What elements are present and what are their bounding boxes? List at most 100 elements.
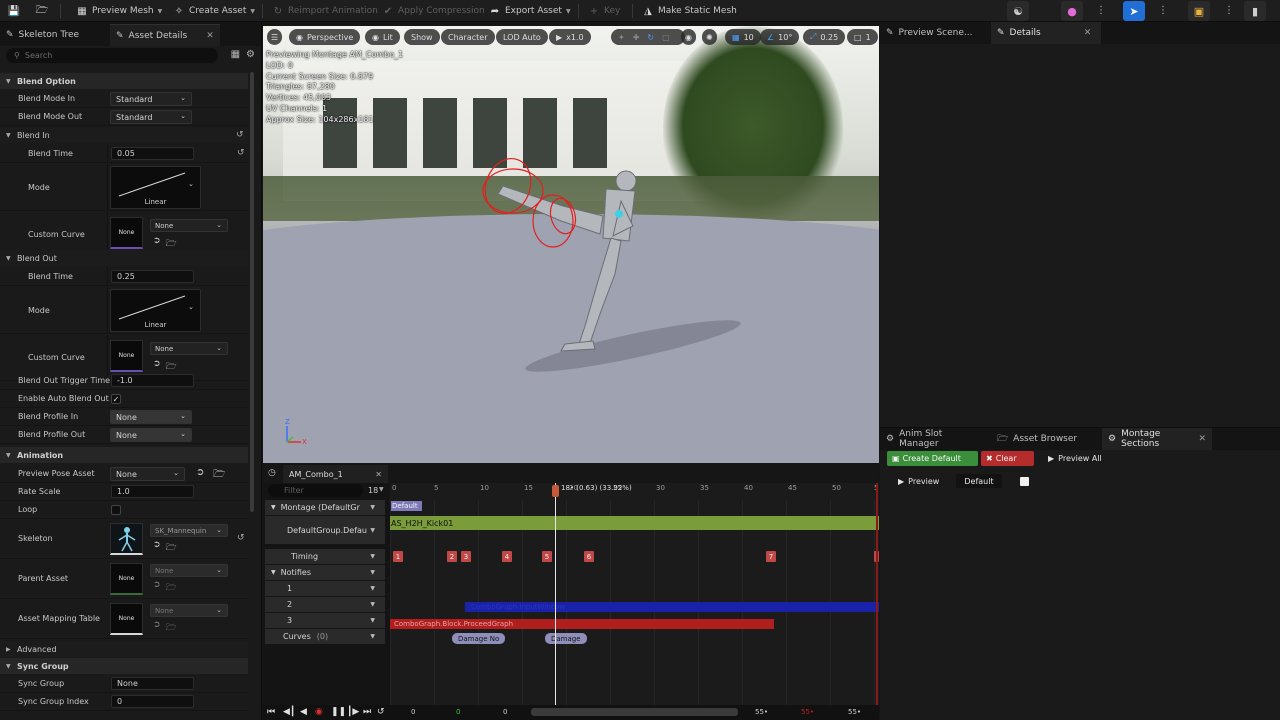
parent-asset-thumbnail[interactable]: None <box>110 563 143 595</box>
timing-marker[interactable]: 4 <box>502 551 512 562</box>
timeline-scrollbar[interactable] <box>531 708 738 716</box>
track-notify-1[interactable]: 1 ▼ <box>265 581 385 596</box>
key-button[interactable]: + Key <box>588 3 621 19</box>
play-end[interactable]: 55• <box>801 708 814 716</box>
track-notify-3[interactable]: 3 ▼ <box>265 613 385 628</box>
scrollbar[interactable] <box>250 72 254 512</box>
blend-mode-out-combo[interactable]: Standard ⌄ <box>110 110 192 124</box>
reset-icon[interactable]: ↺ <box>237 148 245 158</box>
blend-in-time-field[interactable]: 0.05 <box>111 147 194 160</box>
playhead[interactable] <box>555 483 556 720</box>
play-reverse-icon[interactable]: ◀ <box>300 707 307 717</box>
tab-am-combo[interactable]: AM_Combo_1 ✕ <box>283 465 388 483</box>
track-notifies[interactable]: ▼ Notifies ▼ <box>265 565 385 580</box>
blend-in-mode-picker[interactable]: ⌄ Linear <box>110 166 201 209</box>
track-montage[interactable]: ▼ Montage (DefaultGr ▼ <box>265 500 385 515</box>
angle-snap-button[interactable]: ∠ 10° <box>760 29 800 45</box>
lit-button[interactable]: ◉ Lit <box>365 29 400 45</box>
rotate-icon[interactable]: ↻ <box>647 33 654 42</box>
notify-state-block-proceed[interactable]: ComboGraph.Block.ProceedGraph <box>390 619 774 629</box>
reimport-animation-button[interactable]: ↻ Reimport Animation <box>272 3 378 19</box>
create-default-button[interactable]: ▣ Create Default <box>887 451 978 466</box>
use-selected-icon[interactable]: ➲ <box>153 580 161 596</box>
step-back-icon[interactable]: ◀┃ <box>283 707 295 717</box>
mesh-mode-button[interactable]: ● <box>1061 1 1083 21</box>
category-advanced[interactable]: ▶ Advanced <box>0 641 248 657</box>
clear-button[interactable]: ✖ Clear <box>981 451 1034 466</box>
preview-button[interactable]: ▶ Preview <box>898 474 939 489</box>
use-selected-icon[interactable]: ➲ <box>196 467 204 478</box>
browse-folder-icon[interactable]: 🗁 <box>166 580 177 596</box>
auto-blend-out-checkbox[interactable]: ✓ <box>111 394 121 404</box>
view-end[interactable]: 55• <box>755 708 768 716</box>
create-asset-button[interactable]: ✧ Create Asset ▼ <box>173 3 255 19</box>
preview-mesh-button[interactable]: ▦ Preview Mesh ▼ <box>76 3 162 19</box>
range-end[interactable]: 55• <box>848 708 861 716</box>
category-blend-in[interactable]: ▼ Blend In ↺ <box>0 127 248 143</box>
trigger-time-field[interactable]: -1.0 <box>111 374 194 387</box>
timing-marker[interactable]: 1 <box>393 551 403 562</box>
more-options-icon[interactable]: ⋮ <box>1224 3 1234 19</box>
world-local-button[interactable]: ◉ <box>681 29 696 45</box>
view-start[interactable]: 0 <box>503 708 507 716</box>
timing-marker[interactable]: 5 <box>542 551 552 562</box>
section-default-chip[interactable]: Default <box>956 474 1002 488</box>
move-icon[interactable]: ✚ <box>633 33 640 42</box>
parent-asset-combo[interactable]: None ⌄ <box>150 564 228 577</box>
close-icon[interactable]: ✕ <box>206 31 214 41</box>
make-static-mesh-button[interactable]: ◮ Make Static Mesh <box>642 3 737 19</box>
timeline-track-area[interactable]: 0 5 10 15 20 25 30 35 40 45 50 5 Default… <box>390 483 879 720</box>
blend-out-time-field[interactable]: 0.25 <box>111 270 194 283</box>
close-icon[interactable]: ✕ <box>1084 28 1092 38</box>
character-button[interactable]: Character <box>441 29 495 45</box>
record-icon[interactable]: ◉ <box>315 707 323 717</box>
scale-snap-button[interactable]: ⤢ 0.25 <box>803 29 846 45</box>
notify-damage-1[interactable]: Damage No <box>452 633 506 644</box>
reset-icon[interactable]: ↺ <box>236 130 244 140</box>
chevron-down-icon[interactable]: ▼ <box>379 486 384 493</box>
skip-to-start-icon[interactable]: ⏮ <box>267 707 275 717</box>
perspective-button[interactable]: ◉ Perspective <box>289 29 361 45</box>
mapping-table-combo[interactable]: None ⌄ <box>150 604 228 617</box>
skeleton-thumbnail[interactable] <box>110 523 143 555</box>
custom-curve-combo[interactable]: None ⌄ <box>150 219 228 232</box>
category-blend-out[interactable]: ▼ Blend Out <box>0 250 248 266</box>
close-icon[interactable]: ✕ <box>375 470 382 479</box>
range-start[interactable]: 0 <box>411 708 415 716</box>
sync-group-field[interactable]: None <box>111 677 194 690</box>
blend-profile-in-combo[interactable]: None ⌄ <box>110 410 192 424</box>
section-checkbox[interactable] <box>1020 477 1029 486</box>
notify-state-input-window[interactable]: ComboGraph.InputWindow <box>465 602 879 612</box>
tab-anim-slot-manager[interactable]: ⚙ Anim Slot Manager <box>880 428 990 450</box>
blend-profile-out-combo[interactable]: None ⌄ <box>110 428 192 442</box>
tab-skeleton-tree[interactable]: ✎ Skeleton Tree <box>0 24 85 46</box>
grid-view-icon[interactable]: ▦ <box>231 49 240 60</box>
section-default-marker[interactable]: Default <box>391 501 422 511</box>
tab-preview-scene[interactable]: ✎ Preview Scene... <box>880 22 990 44</box>
animation-mode-button[interactable]: ➤ <box>1123 1 1145 21</box>
playback-speed-button[interactable]: ▶ x1.0 <box>549 29 591 45</box>
export-asset-button[interactable]: ➦ Export Asset ▼ <box>489 3 571 19</box>
physics-mode-button[interactable]: ▮ <box>1244 1 1266 21</box>
blend-mode-in-combo[interactable]: Standard ⌄ <box>110 92 192 106</box>
more-options-icon[interactable]: ⋮ <box>1158 3 1168 19</box>
browse-folder-icon[interactable]: 🗁 <box>166 540 177 556</box>
tab-montage-sections[interactable]: ⚙ Montage Sections ✕ <box>1102 428 1212 450</box>
skeleton-combo[interactable]: SK_Mannequin ⌄ <box>150 524 228 537</box>
scale-icon[interactable]: ▢ <box>662 33 670 42</box>
select-icon[interactable]: ✦ <box>618 33 625 42</box>
camera-speed-button[interactable]: □ 1 <box>847 29 878 45</box>
browse-button[interactable]: 🗁 <box>36 3 48 19</box>
tab-details[interactable]: ✎ Details ✕ <box>991 22 1101 44</box>
category-blend-option[interactable]: ▼ Blend Option <box>0 73 248 89</box>
filter-input[interactable]: Filter <box>268 484 363 497</box>
browse-folder-icon[interactable]: 🗁 <box>213 467 225 484</box>
viewport-menu-button[interactable]: ☰ <box>267 29 283 45</box>
track-timing[interactable]: Timing ▼ <box>265 549 385 564</box>
preview-all-button[interactable]: ▶ Preview All <box>1048 451 1102 466</box>
tab-asset-browser[interactable]: 🗁 Asset Browser <box>991 428 1101 450</box>
timing-marker[interactable]: 7 <box>766 551 776 562</box>
surface-snap-button[interactable]: ✺ <box>702 29 717 45</box>
timing-marker[interactable]: 6 <box>584 551 594 562</box>
category-animation[interactable]: ▼ Animation <box>0 447 248 463</box>
